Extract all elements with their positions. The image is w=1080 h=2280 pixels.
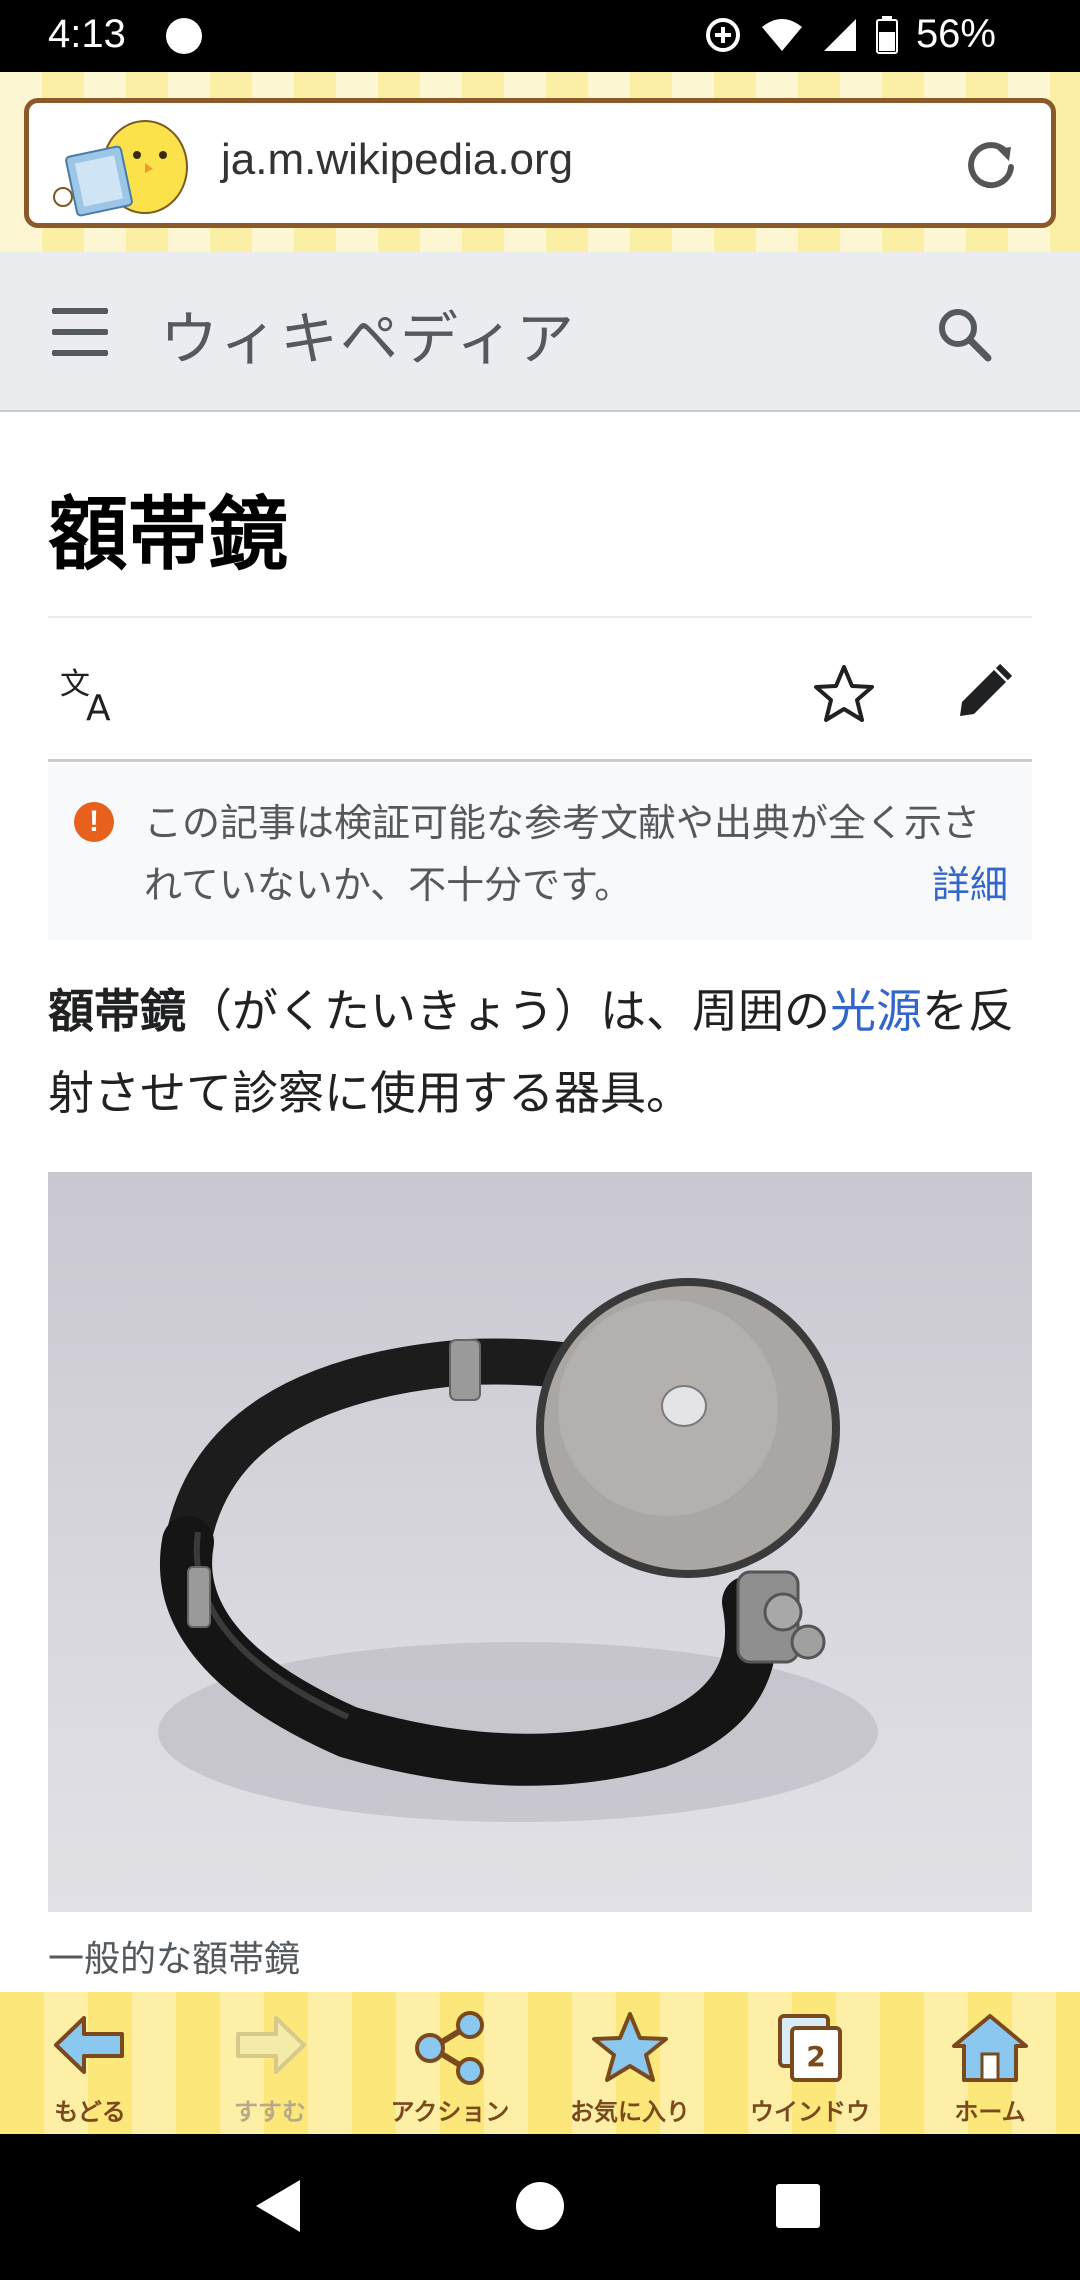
page-actions: 文 A [48, 618, 1032, 762]
wifi-icon [761, 18, 802, 51]
toolbar-forward-label: すすむ [234, 2098, 306, 2126]
window-count: 2 [806, 2040, 825, 2073]
edit-pencil-icon[interactable] [954, 662, 1014, 722]
toolbar-home-label: ホーム [954, 2098, 1026, 2126]
data-saver-icon [705, 17, 740, 52]
favorites-star-icon [592, 2012, 668, 2082]
nav-recents-icon[interactable] [776, 2184, 820, 2228]
image-caption: 一般的な額帯鏡 [48, 1939, 301, 1980]
status-bar: 4:13 56% [0, 0, 1080, 72]
citation-notice[interactable]: ! この記事は検証可能な参考文献や出典が全く示されていないか、不十分です。 詳細 [48, 764, 1032, 940]
toolbar-forward-button[interactable]: すすむ [180, 1992, 360, 2134]
forward-arrow-icon [236, 2016, 306, 2074]
browser-address-area: ja.m.wikipedia.org [0, 72, 1080, 252]
nav-back-icon[interactable] [254, 2178, 302, 2234]
lead-term: 額帯鏡 [48, 984, 186, 1038]
article-image[interactable] [48, 1172, 1032, 1912]
svg-text:A: A [86, 688, 111, 724]
notice-text: この記事は検証可能な参考文献や出典が全く示されていないか、不十分です。 [144, 801, 981, 907]
toolbar-back-button[interactable]: もどる [0, 1992, 180, 2134]
nav-home-icon[interactable] [516, 2182, 564, 2230]
toolbar-back-label: もどる [54, 2098, 126, 2126]
status-indicators: 56% [704, 12, 996, 57]
mascot-chick-icon [53, 120, 188, 217]
share-icon [415, 2011, 484, 2085]
menu-icon[interactable] [52, 308, 108, 356]
toolbar-favorites-label: お気に入り [570, 2098, 690, 2126]
signal-icon [823, 18, 856, 51]
toolbar-action-label: アクション [390, 2098, 510, 2126]
system-nav-bar [0, 2134, 1080, 2280]
site-title[interactable]: ウィキペディア [160, 292, 576, 376]
lead-text-1: （がくたいきょう）は、周囲の [186, 984, 830, 1038]
browser-toolbar: もどる すすむ アクション お気に入り 2 ウインドウ ホーム [0, 1992, 1080, 2134]
url-text[interactable]: ja.m.wikipedia.org [221, 135, 573, 185]
status-time: 4:13 [48, 12, 126, 56]
head-mirror-photo [158, 1278, 878, 1822]
battery-icon [875, 15, 898, 54]
toolbar-action-button[interactable]: アクション [360, 1992, 540, 2134]
warning-icon: ! [74, 802, 114, 842]
watch-star-icon[interactable] [812, 662, 876, 726]
toolbar-home-button[interactable]: ホーム [900, 1992, 1080, 2134]
notification-dot-icon [166, 18, 202, 54]
toolbar-window-label: ウインドウ [750, 2098, 870, 2126]
notice-details-link[interactable]: 詳細 [932, 854, 1008, 909]
lead-paragraph: 額帯鏡（がくたいきょう）は、周囲の光源を反射させて診察に使用する器具。 [48, 970, 1032, 1134]
wiki-header: ウィキペディア [0, 252, 1080, 412]
home-icon [952, 2014, 1028, 2082]
language-icon[interactable]: 文 A [60, 664, 130, 724]
search-icon[interactable] [934, 304, 994, 364]
toolbar-window-button[interactable]: 2 ウインドウ [720, 1992, 900, 2134]
back-arrow-icon [54, 2016, 124, 2074]
light-source-link[interactable]: 光源 [830, 984, 922, 1038]
battery-percent: 56% [915, 12, 996, 56]
reload-icon[interactable] [961, 133, 1021, 193]
window-icon: 2 [778, 2014, 842, 2082]
page-title: 額帯鏡 [48, 487, 288, 581]
address-bar[interactable]: ja.m.wikipedia.org [24, 98, 1056, 228]
toolbar-favorites-button[interactable]: お気に入り [540, 1992, 720, 2134]
